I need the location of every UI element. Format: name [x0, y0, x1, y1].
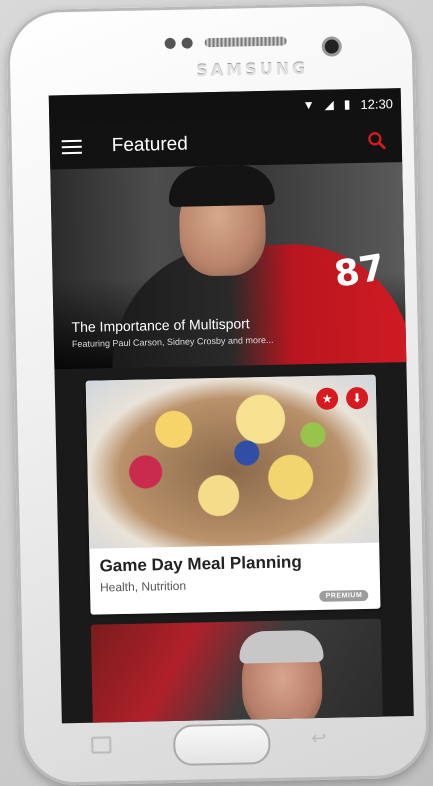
app-bar: Featured	[49, 118, 403, 170]
earpiece-speaker	[204, 36, 287, 48]
status-time: 12:30	[360, 95, 394, 112]
page-title: Featured	[111, 133, 189, 157]
card-body: Game Day Meal Planning Health, Nutrition…	[89, 543, 380, 615]
brand-logo: SAMSUNG	[196, 59, 309, 81]
premium-badge: PREMIUM	[319, 589, 369, 602]
hero-image-helmet	[168, 164, 276, 207]
search-icon[interactable]	[366, 129, 388, 151]
app-screen: ▼ ◢ ▮ 12:30 Featured 87 The Importance o…	[48, 88, 414, 724]
recent-apps-key[interactable]	[91, 736, 112, 754]
front-camera	[324, 39, 339, 54]
light-sensor	[181, 37, 193, 49]
featured-hero[interactable]: 87 The Importance of Multisport Featurin…	[50, 162, 407, 370]
content-card-next[interactable]	[90, 618, 384, 724]
back-key[interactable]: ↩	[311, 728, 327, 749]
signal-icon: ◢	[324, 97, 334, 112]
wifi-icon: ▼	[302, 97, 315, 113]
content-card[interactable]: ★ ⬇ Game Day Meal Planning Health, Nutri…	[85, 374, 381, 615]
jersey-number: 87	[331, 247, 388, 296]
hamburger-icon[interactable]	[61, 139, 82, 155]
home-button[interactable]	[172, 722, 271, 767]
star-icon[interactable]: ★	[315, 387, 339, 410]
card-image-hair	[238, 629, 324, 664]
card-title: Game Day Meal Planning	[99, 552, 302, 576]
download-icon[interactable]: ⬇	[345, 386, 369, 410]
battery-icon: ▮	[343, 97, 351, 112]
proximity-sensor	[164, 37, 176, 50]
phone-frame: SAMSUNG ▼ ◢ ▮ 12:30 Featured 87 The Impo…	[5, 1, 431, 786]
card-image: ★ ⬇	[85, 374, 380, 549]
